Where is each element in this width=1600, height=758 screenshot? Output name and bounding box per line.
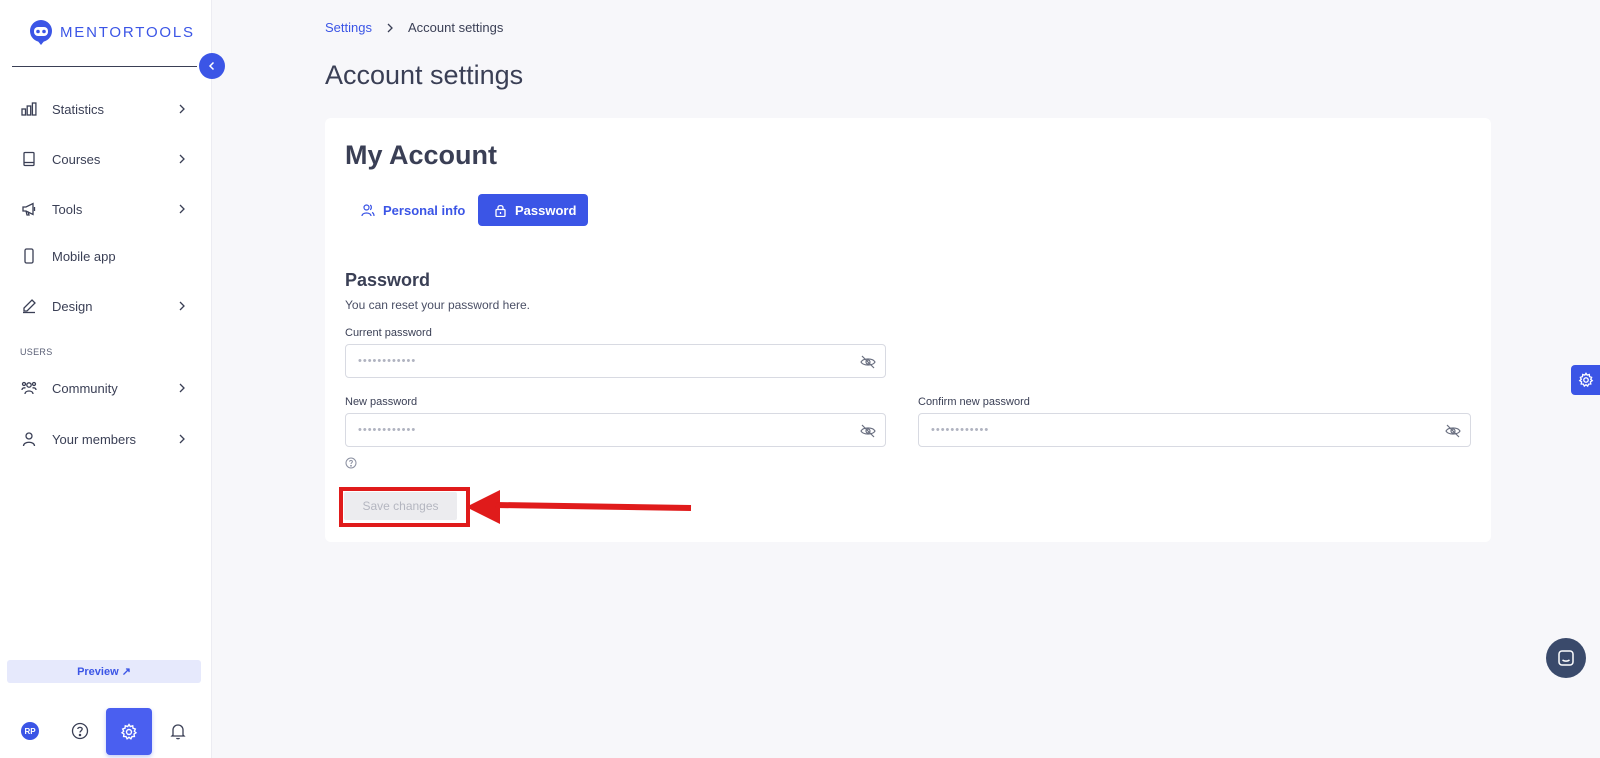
sidebar-item-label: Design bbox=[52, 298, 93, 314]
sidebar-item-community[interactable]: Community bbox=[20, 376, 190, 400]
tab-password[interactable]: Password bbox=[478, 194, 588, 226]
pencil-icon bbox=[20, 297, 38, 315]
phone-icon bbox=[20, 247, 38, 265]
sidebar: MENTORTOOLS Statistics Courses Tools Mob… bbox=[0, 0, 212, 758]
lock-icon bbox=[494, 204, 507, 217]
gear-icon bbox=[1578, 372, 1593, 388]
users-section-label: USERS bbox=[20, 347, 53, 357]
sidebar-item-courses[interactable]: Courses bbox=[20, 147, 190, 171]
chat-icon bbox=[1558, 650, 1574, 666]
tab-personal-info[interactable]: Personal info bbox=[345, 194, 481, 226]
chevron-right-icon bbox=[179, 301, 185, 311]
red-arrow-annotation bbox=[466, 490, 692, 524]
chevron-right-icon bbox=[179, 154, 185, 164]
new-password-value: •••••••••••• bbox=[358, 424, 417, 436]
password-help-icon[interactable] bbox=[345, 456, 357, 474]
sidebar-item-label: Your members bbox=[52, 431, 137, 447]
divider bbox=[12, 66, 197, 67]
megaphone-icon bbox=[20, 200, 38, 218]
help-icon[interactable] bbox=[71, 722, 89, 740]
section-description: You can reset your password here. bbox=[345, 298, 530, 312]
collapse-sidebar-button[interactable] bbox=[199, 53, 225, 79]
sidebar-item-design[interactable]: Design bbox=[20, 294, 190, 318]
current-password-label: Current password bbox=[345, 327, 432, 339]
breadcrumb-settings-link[interactable]: Settings bbox=[325, 20, 372, 35]
sidebar-item-label: Community bbox=[52, 380, 118, 396]
new-password-label: New password bbox=[345, 396, 418, 408]
sidebar-item-label: Courses bbox=[52, 151, 101, 167]
current-password-field[interactable]: •••••••••••• bbox=[345, 344, 886, 378]
sidebar-item-mobile-app[interactable]: Mobile app bbox=[20, 244, 190, 268]
sidebar-item-statistics[interactable]: Statistics bbox=[20, 97, 190, 121]
highlight-box bbox=[339, 487, 470, 527]
book-icon bbox=[20, 150, 38, 168]
robot-logo-icon bbox=[30, 20, 52, 45]
tab-label: Personal info bbox=[383, 202, 466, 218]
settings-button[interactable] bbox=[106, 708, 152, 755]
eye-off-icon[interactable] bbox=[860, 354, 876, 370]
chat-launcher-button[interactable] bbox=[1546, 638, 1586, 678]
breadcrumb: Settings Account settings bbox=[325, 20, 503, 35]
confirm-password-label: Confirm new password bbox=[918, 396, 1030, 408]
tab-label: Password bbox=[515, 202, 577, 218]
gear-icon bbox=[120, 722, 138, 740]
confirm-password-field[interactable]: •••••••••••• bbox=[918, 413, 1471, 447]
sidebar-item-label: Mobile app bbox=[52, 248, 116, 264]
users-icon bbox=[361, 203, 375, 217]
user-icon bbox=[20, 430, 38, 448]
page-title: Account settings bbox=[325, 60, 524, 90]
avatar[interactable]: RP bbox=[21, 722, 39, 740]
sidebar-item-label: Tools bbox=[52, 201, 83, 217]
chevron-left-icon bbox=[208, 61, 215, 71]
new-password-field[interactable]: •••••••••••• bbox=[345, 413, 886, 447]
chevron-right-icon bbox=[179, 204, 185, 214]
current-password-value: •••••••••••• bbox=[358, 355, 417, 367]
card-title: My Account bbox=[345, 140, 498, 170]
chevron-right-icon bbox=[179, 104, 185, 114]
sidebar-item-label: Statistics bbox=[52, 101, 105, 117]
eye-off-icon[interactable] bbox=[1445, 423, 1461, 439]
chevron-right-icon bbox=[179, 434, 185, 444]
chevron-right-icon bbox=[384, 22, 396, 34]
community-icon bbox=[20, 379, 38, 397]
logo[interactable]: MENTORTOOLS bbox=[28, 18, 195, 46]
confirm-password-value: •••••••••••• bbox=[931, 424, 990, 436]
sidebar-item-your-members[interactable]: Your members bbox=[20, 427, 190, 451]
breadcrumb-current: Account settings bbox=[407, 20, 504, 35]
floating-settings-button[interactable] bbox=[1571, 365, 1600, 395]
chevron-right-icon bbox=[179, 383, 185, 393]
sidebar-item-tools[interactable]: Tools bbox=[20, 197, 190, 221]
bell-icon[interactable] bbox=[169, 722, 187, 740]
section-title: Password bbox=[345, 270, 431, 290]
account-card: My Account Personal info Password Passwo… bbox=[325, 118, 1491, 542]
eye-off-icon[interactable] bbox=[860, 423, 876, 439]
brand-name: MENTORTOOLS bbox=[60, 23, 195, 41]
bar-chart-icon bbox=[20, 100, 38, 118]
preview-button[interactable]: Preview ↗ bbox=[7, 660, 201, 683]
